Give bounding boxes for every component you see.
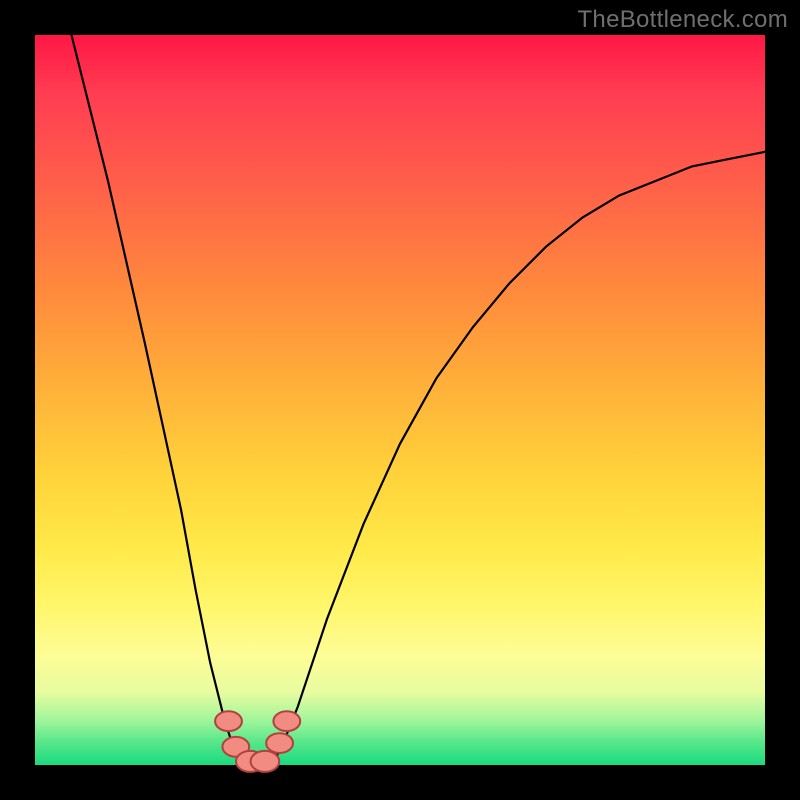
right-top-bean xyxy=(273,711,300,731)
watermark-text: TheBottleneck.com xyxy=(577,6,788,34)
left-top-bean xyxy=(215,711,242,731)
bottleneck-curve xyxy=(72,35,766,765)
plot-area xyxy=(35,35,765,765)
bottom-bean-2 xyxy=(251,751,280,772)
chart-frame: TheBottleneck.com xyxy=(0,0,800,800)
chart-svg xyxy=(35,35,765,765)
marker-group xyxy=(215,711,300,772)
right-mid-bean xyxy=(266,733,293,753)
